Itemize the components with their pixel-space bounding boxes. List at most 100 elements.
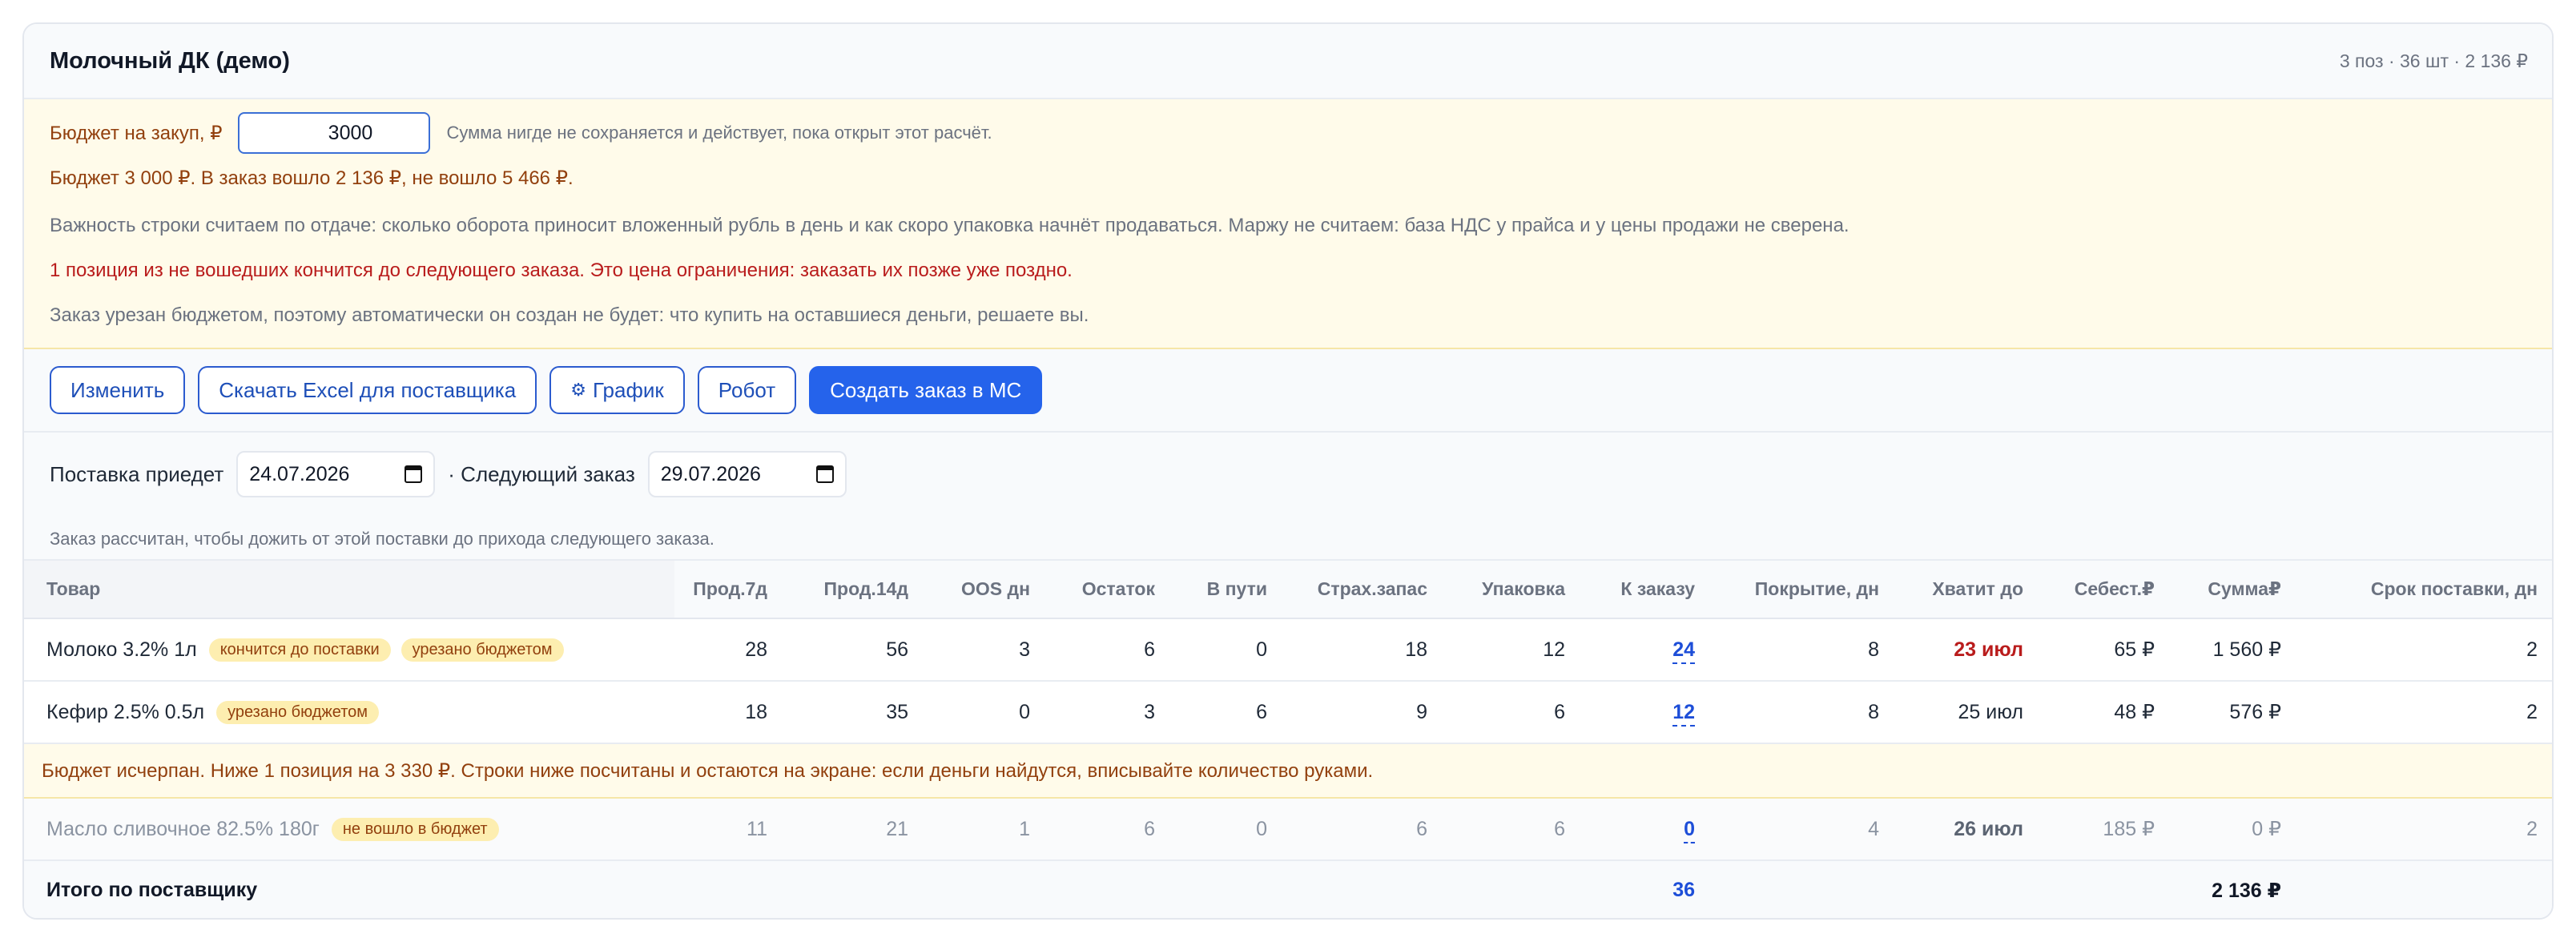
lead-time: 2 — [2299, 618, 2552, 682]
col-header[interactable]: Покрытие, дн — [1713, 561, 1897, 619]
next-order-date-input[interactable]: 29.07.2026 — [647, 451, 847, 497]
arrival-date-input[interactable]: 24.07.2026 — [236, 451, 436, 497]
table-row: Молоко 3.2% 1л кончится до поставки урез… — [24, 618, 2552, 682]
order-qty-cell: 24 — [1583, 618, 1713, 682]
budget-exhausted-notice: Бюджет исчерпан. Ниже 1 позиция на 3 330… — [24, 743, 2552, 799]
table-header-row: Товар Прод.7д Прод.14д OOS дн Остаток В … — [24, 561, 2552, 619]
sales-7d: 18 — [674, 681, 785, 744]
delivery-note: Заказ рассчитан, чтобы дожить от этой по… — [50, 529, 714, 549]
col-header[interactable]: В пути — [1173, 561, 1285, 619]
unit-cost: 48 ₽ — [2041, 681, 2172, 744]
col-header[interactable]: К заказу — [1583, 561, 1713, 619]
sales-14d: 35 — [785, 681, 926, 744]
lasts-until: 25 июл — [1897, 681, 2041, 744]
order-qty[interactable]: 0 — [1684, 817, 1695, 843]
total-empty — [1713, 860, 1897, 918]
total-empty — [2299, 860, 2552, 918]
col-header[interactable]: Срок поставки, дн — [2299, 561, 2552, 619]
in-transit: 6 — [1173, 681, 1285, 744]
schedule-button[interactable]: ⚙ График — [549, 366, 685, 414]
line-sum: 0 ₽ — [2172, 798, 2299, 861]
order-qty[interactable]: 24 — [1672, 638, 1695, 664]
total-sum: 2 136 ₽ — [2172, 860, 2299, 918]
pack-size: 6 — [1445, 798, 1583, 861]
safety-stock: 9 — [1285, 681, 1445, 744]
sales-7d: 28 — [674, 618, 785, 682]
lasts-until: 23 июл — [1897, 618, 2041, 682]
col-header[interactable]: Прод.14д — [785, 561, 926, 619]
coverage-days: 4 — [1713, 798, 1897, 861]
budget-hint: Сумма нигде не сохраняется и действует, … — [446, 123, 992, 143]
budget-input[interactable] — [238, 112, 431, 154]
card-header: Молочный ДК (демо) 3 поз · 36 шт · 2 136… — [24, 24, 2552, 99]
total-label: Итого по поставщику — [24, 860, 1583, 918]
order-qty-cell: 0 — [1583, 798, 1713, 861]
in-transit: 0 — [1173, 618, 1285, 682]
lead-time: 2 — [2299, 798, 2552, 861]
in-transit: 0 — [1173, 798, 1285, 861]
download-excel-button[interactable]: Скачать Excel для поставщика — [198, 366, 537, 414]
arrival-date-value: 24.07.2026 — [249, 462, 350, 485]
stock: 3 — [1048, 681, 1173, 744]
toolbar: Изменить Скачать Excel для поставщика ⚙ … — [24, 349, 2552, 433]
col-header[interactable]: Остаток — [1048, 561, 1173, 619]
calendar-icon[interactable] — [405, 465, 423, 483]
coverage-days: 8 — [1713, 618, 1897, 682]
table-row: Масло сливочное 82.5% 180г не вошло в бю… — [24, 798, 2552, 861]
col-header[interactable]: Товар — [24, 561, 674, 619]
order-table: Товар Прод.7д Прод.14д OOS дн Остаток В … — [24, 561, 2552, 918]
order-summary: 3 поз · 36 шт · 2 136 ₽ — [2339, 50, 2528, 71]
robot-button[interactable]: Робот — [697, 366, 797, 414]
col-header[interactable]: Прод.7д — [674, 561, 785, 619]
pack-size: 12 — [1445, 618, 1583, 682]
budget-row: Бюджет на закуп, ₽ Сумма нигде не сохран… — [50, 111, 992, 155]
pack-size: 6 — [1445, 681, 1583, 744]
col-header[interactable]: Хватит до — [1897, 561, 2041, 619]
lasts-until-value: 23 июл — [1954, 638, 2023, 661]
budget-exhausted-row: Бюджет исчерпан. Ниже 1 позиция на 3 330… — [24, 743, 2552, 799]
product-name: Кефир 2.5% 0.5л — [46, 700, 205, 723]
safety-stock: 18 — [1285, 618, 1445, 682]
priority-explanation: Важность строки считаем по отдаче: сколь… — [50, 215, 1849, 236]
safety-stock: 6 — [1285, 798, 1445, 861]
col-header[interactable]: Упаковка — [1445, 561, 1583, 619]
coverage-days: 8 — [1713, 681, 1897, 744]
shortage-warning: 1 позиция из не вошедших кончится до сле… — [50, 260, 1073, 281]
delivery-panel: Поставка приедет 24.07.2026 · Следующий … — [24, 433, 2552, 561]
col-header[interactable]: OOS дн — [926, 561, 1048, 619]
order-qty[interactable]: 12 — [1672, 700, 1695, 727]
create-order-button[interactable]: Создать заказ в МС — [809, 366, 1043, 414]
oos-days: 0 — [926, 681, 1048, 744]
unit-cost: 185 ₽ — [2041, 798, 2172, 861]
supplier-title: Молочный ДК (демо) — [50, 47, 290, 74]
edit-button[interactable]: Изменить — [50, 366, 186, 414]
product-cell: Кефир 2.5% 0.5л урезано бюджетом — [24, 681, 674, 744]
oos-days: 1 — [926, 798, 1048, 861]
order-qty-cell: 12 — [1583, 681, 1713, 744]
status-badge: не вошло в бюджет — [331, 817, 499, 841]
status-badge: кончится до поставки — [208, 638, 391, 662]
next-order-label: · Следующий заказ — [448, 461, 635, 486]
calendar-icon[interactable] — [815, 465, 834, 483]
col-header[interactable]: Сумма₽ — [2172, 561, 2299, 619]
stock: 6 — [1048, 798, 1173, 861]
col-header[interactable]: Страх.запас — [1285, 561, 1445, 619]
budget-summary-line: Бюджет 3 000 ₽. В заказ вошло 2 136 ₽, н… — [50, 167, 574, 189]
total-order-qty: 36 — [1583, 860, 1713, 918]
total-empty — [1897, 860, 2041, 918]
delivery-row: Поставка приедет 24.07.2026 · Следующий … — [50, 450, 859, 498]
sales-14d: 21 — [785, 798, 926, 861]
arrival-label: Поставка приедет — [50, 461, 224, 486]
total-empty — [2041, 860, 2172, 918]
product-name: Молоко 3.2% 1л — [46, 638, 197, 661]
stock: 6 — [1048, 618, 1173, 682]
lasts-until-value: 26 июл — [1954, 817, 2023, 840]
col-header[interactable]: Себест.₽ — [2041, 561, 2172, 619]
line-sum: 576 ₽ — [2172, 681, 2299, 744]
product-name: Масло сливочное 82.5% 180г — [46, 817, 320, 840]
budget-panel: Бюджет на закуп, ₽ Сумма нигде не сохран… — [24, 99, 2552, 349]
lasts-until: 26 июл — [1897, 798, 2041, 861]
product-cell: Молоко 3.2% 1л кончится до поставки урез… — [24, 618, 674, 682]
lead-time: 2 — [2299, 681, 2552, 744]
sales-14d: 56 — [785, 618, 926, 682]
